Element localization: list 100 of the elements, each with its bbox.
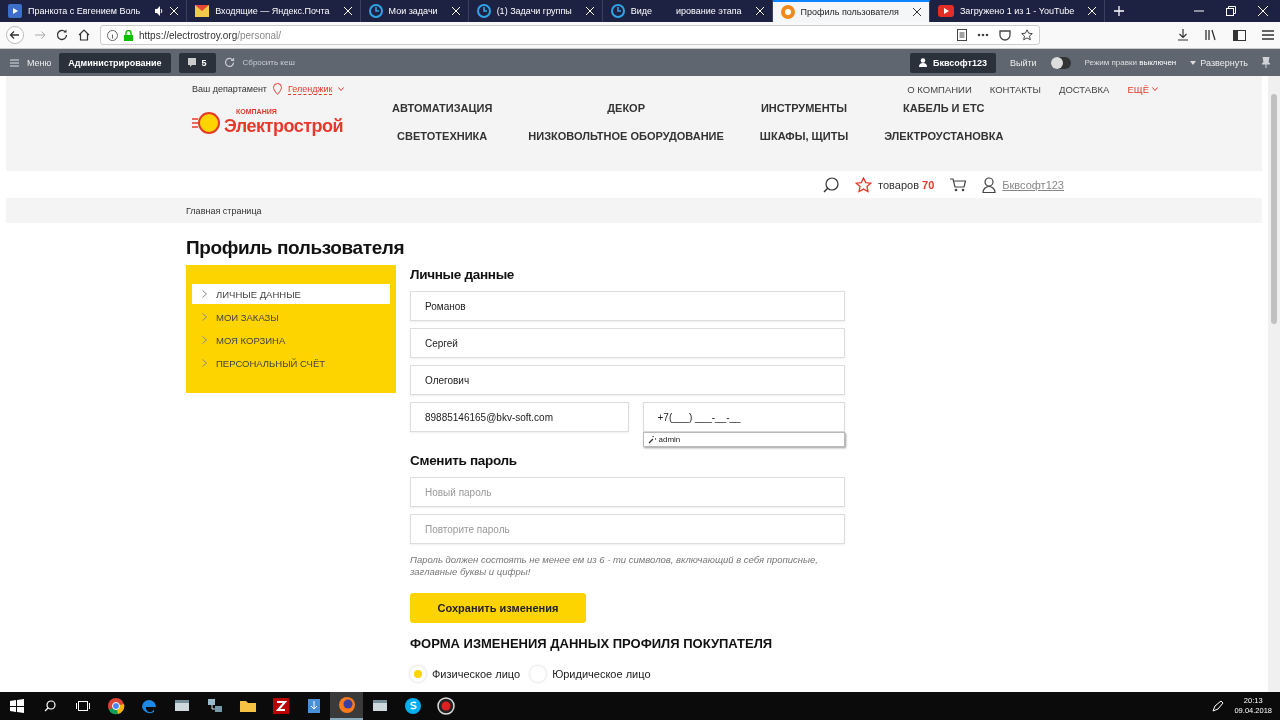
chevron-icon xyxy=(202,290,207,298)
user-icon xyxy=(918,58,927,67)
first-name-field[interactable]: Сергей xyxy=(410,328,845,358)
browser-tab[interactable]: Профиль пользователя xyxy=(772,0,930,22)
download-icon[interactable] xyxy=(307,699,320,713)
scrollbar-thumb[interactable] xyxy=(1271,94,1277,324)
pocket-icon[interactable] xyxy=(999,29,1011,41)
speaker-icon[interactable] xyxy=(154,6,165,16)
logo-icon xyxy=(780,5,795,19)
breadcrumb-link[interactable]: Главная страница xyxy=(186,205,262,216)
menu-icon[interactable] xyxy=(1262,30,1274,40)
logo-text[interactable]: Электрострой xyxy=(224,116,344,136)
close-icon[interactable] xyxy=(912,8,921,16)
sidebar-item[interactable]: ЛИЧНЫЕ ДАННЫЕ xyxy=(192,284,390,304)
window-icon[interactable] xyxy=(174,700,189,711)
refresh-icon[interactable] xyxy=(223,57,235,68)
category-link[interactable]: ШКАФЫ, ЩИТЫ xyxy=(759,130,849,142)
radio-label[interactable]: Юридическое лицо xyxy=(552,668,651,680)
restore-icon[interactable] xyxy=(1226,6,1236,16)
category-link[interactable]: ДЕКОР xyxy=(607,102,645,114)
pin-icon[interactable] xyxy=(1262,57,1270,68)
network-icon[interactable] xyxy=(207,699,222,712)
folder-icon[interactable] xyxy=(239,701,256,712)
chevron-icon xyxy=(1152,87,1158,91)
user-button[interactable]: Бквсофт123 xyxy=(909,52,996,73)
clock-icon xyxy=(610,4,625,18)
plus-icon[interactable] xyxy=(1114,6,1125,16)
logout-link[interactable]: Выйти xyxy=(1009,57,1037,68)
radio-label[interactable]: Физическое лицо xyxy=(432,668,521,680)
reload-icon[interactable] xyxy=(56,29,68,41)
location-pin-icon xyxy=(273,83,282,95)
category-link[interactable]: ЭЛЕКТРОУСТАНОВКА xyxy=(884,130,1004,142)
browser-icon[interactable] xyxy=(141,700,156,714)
radio-button[interactable] xyxy=(410,666,426,682)
autocomplete-item[interactable]: admin xyxy=(642,432,845,447)
download-icon[interactable] xyxy=(1177,29,1189,41)
section-heading: Сменить пароль xyxy=(410,453,518,468)
chevron-icon xyxy=(202,359,207,367)
category-link[interactable]: КАБЕЛЬ И ЕТС xyxy=(903,102,985,114)
favorites-count[interactable]: товаров 70 xyxy=(878,178,935,191)
top-link[interactable]: ДОСТАВКА xyxy=(1059,83,1110,95)
more-icon[interactable] xyxy=(977,33,989,37)
reader-icon[interactable] xyxy=(957,29,967,41)
notifications-button[interactable]: 5 xyxy=(178,52,216,73)
last-name-field[interactable]: Романов xyxy=(410,291,845,321)
search-icon[interactable] xyxy=(43,700,56,712)
firefox-icon[interactable] xyxy=(338,697,355,713)
star-icon[interactable] xyxy=(1021,29,1033,41)
admin-button[interactable]: Администрирование xyxy=(59,52,171,73)
more-menu[interactable]: ЕЩЁ xyxy=(1127,83,1149,95)
envelope-icon xyxy=(195,5,210,17)
logo-icon xyxy=(192,109,222,135)
record-icon[interactable] xyxy=(436,697,455,715)
sidebar-item[interactable]: МОЯ КОРЗИНА xyxy=(192,330,390,350)
cart-icon[interactable] xyxy=(950,177,967,192)
chrome-icon[interactable] xyxy=(107,698,124,715)
filezilla-icon[interactable] xyxy=(272,698,289,714)
library-icon[interactable] xyxy=(1205,29,1217,41)
reset-cache-link[interactable]: Сбросить кеш xyxy=(242,58,295,67)
pen-icon[interactable] xyxy=(1212,700,1225,712)
category-link[interactable]: НИЗКОВОЛЬТНОЕ ОБОРУДОВАНИЕ xyxy=(528,130,724,142)
category-link[interactable]: АВТОМАТИЗАЦИЯ xyxy=(392,102,493,114)
key-icon xyxy=(647,435,656,444)
sidebar-item[interactable]: МОИ ЗАКАЗЫ xyxy=(192,307,390,327)
info-icon[interactable] xyxy=(107,29,118,41)
search-icon[interactable] xyxy=(823,176,840,193)
middle-name-field[interactable]: Олегович xyxy=(410,365,845,395)
chevron-icon xyxy=(202,313,207,321)
task-view-icon[interactable] xyxy=(75,700,90,712)
play-icon xyxy=(8,4,22,18)
home-icon[interactable] xyxy=(78,29,90,41)
phone-field[interactable]: +7(___) ___-__-__ xyxy=(642,402,845,432)
clock-icon xyxy=(476,4,491,18)
play-icon xyxy=(937,5,954,17)
menu-link[interactable]: Меню xyxy=(27,57,52,68)
edit-mode-toggle[interactable] xyxy=(1050,56,1071,69)
user-link[interactable]: Бквсофт123 xyxy=(1002,178,1064,191)
star-icon[interactable] xyxy=(855,176,873,193)
address-bar[interactable]: https://electrostroy.org/personal/ xyxy=(100,25,1040,45)
city-selector[interactable]: Геленджик xyxy=(288,83,333,95)
category-link[interactable]: СВЕТОТЕХНИКА xyxy=(397,130,488,142)
category-link[interactable]: ИНСТРУМЕНТЫ xyxy=(760,102,848,114)
page-title: Профиль пользователя xyxy=(186,237,406,259)
save-button[interactable]: Сохранить изменения xyxy=(410,593,586,623)
windows-icon[interactable] xyxy=(9,699,24,713)
department-label: Ваш департамент xyxy=(192,84,267,94)
back-icon[interactable] xyxy=(6,26,24,44)
sidebar-icon[interactable] xyxy=(1233,29,1246,41)
top-link[interactable]: КОНТАКТЫ xyxy=(989,83,1041,95)
user-icon[interactable] xyxy=(982,176,997,193)
sidebar-item[interactable]: ПЕРСОНАЛЬНЫЙ СЧЁТ xyxy=(192,353,390,373)
section-heading: Личные данные xyxy=(410,267,516,282)
comment-icon xyxy=(187,58,196,67)
skype-icon[interactable] xyxy=(404,698,421,714)
email-field[interactable]: 89885146165@bkv-soft.com xyxy=(410,402,629,432)
chevron-icon xyxy=(338,87,345,91)
caret-icon xyxy=(1190,60,1197,65)
expand-link[interactable]: Развернуть xyxy=(1200,57,1248,68)
window-icon[interactable] xyxy=(372,700,387,711)
top-link[interactable]: О КОМПАНИИ xyxy=(907,83,972,95)
